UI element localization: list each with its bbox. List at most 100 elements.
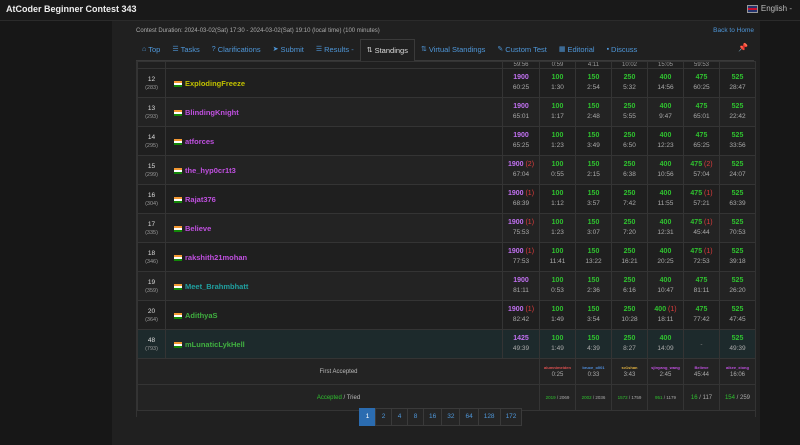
page-16-button[interactable]: 16 — [423, 408, 443, 426]
page-1-button[interactable]: 1 — [359, 408, 376, 426]
task-time: 1:49 — [551, 316, 564, 323]
tab-results[interactable]: ☰ Results - — [310, 39, 360, 60]
first-accepted-cell: bruce_o001 0:33 — [575, 358, 612, 385]
back-to-home-link[interactable]: Back to Home — [713, 27, 754, 34]
username-link[interactable]: ExplodingFreeze — [185, 79, 245, 88]
username-link[interactable]: atforces — [185, 137, 214, 146]
tab-virtual-standings[interactable]: ⇅ Virtual Standings — [415, 39, 491, 60]
username-link[interactable]: Meet_Brahmbhatt — [185, 282, 248, 291]
tab-custom-test[interactable]: ✎ Custom Test — [491, 39, 552, 60]
task-cell: 475 60:25 — [683, 68, 720, 98]
username-link[interactable]: mLunaticLykHell — [185, 340, 245, 349]
penalty-count: (1) — [702, 248, 713, 255]
page-4-button[interactable]: 4 — [391, 408, 408, 426]
username-link[interactable]: the_hyp0cr1t3 — [185, 166, 236, 175]
username-link[interactable]: Believe — [185, 224, 211, 233]
first-accepted-user[interactable]: Believe — [684, 364, 719, 371]
page-172-button[interactable]: 172 — [499, 408, 523, 426]
user-cell — [165, 61, 503, 69]
first-accepted-cell: aikee_xiong 16:06 — [719, 358, 755, 385]
task-cell: 150 3:07 — [575, 213, 612, 243]
tab-tasks[interactable]: ☰ Tasks — [166, 39, 205, 60]
page-64-button[interactable]: 64 — [459, 408, 479, 426]
task-time: 6:50 — [623, 142, 636, 149]
language-selector[interactable]: English - — [746, 4, 792, 13]
tab-submit[interactable]: ➤ Submit — [267, 39, 310, 60]
task-score: 250 — [612, 247, 647, 257]
rank-cell: 13 (293) — [137, 97, 166, 127]
task-score: 400 — [648, 102, 683, 112]
task-score-value: 150 — [587, 74, 600, 81]
accepted-count: 154 — [724, 394, 735, 401]
table-row: 48 (793) mLunaticLykHell 1425 49:39 100 1:49 15… — [137, 329, 755, 359]
accepted-count: 951 — [655, 394, 663, 400]
contest-nav: ⌂ Top ☰ Tasks? Clarifications ➤ Submit ☰ Results… — [136, 38, 754, 62]
total-time: 81:11 — [513, 287, 529, 294]
task-time: 12:31 — [657, 229, 674, 236]
tab-discuss[interactable]: ▪ Discuss — [601, 39, 644, 60]
india-flag-icon — [174, 167, 182, 174]
task-score-value: 100 — [551, 161, 564, 168]
user-cell: mLunaticLykHell — [165, 329, 503, 359]
task-time-cell: 4:11 — [575, 61, 612, 69]
task-score: 150 — [576, 218, 611, 228]
task-cell: 150 2:54 — [575, 68, 612, 98]
pin-icon[interactable]: 📌 — [738, 43, 748, 52]
task-time: 1:17 — [551, 113, 564, 120]
accepted-tried-cell: 16 / 117 — [683, 384, 720, 411]
first-accepted-user[interactable]: bruce_o001 — [576, 364, 611, 371]
rank: 12 — [147, 75, 156, 83]
first-accepted-user[interactable]: sv1shan — [612, 364, 647, 371]
task-time: 60:25 — [693, 84, 710, 91]
right-margin — [760, 21, 800, 445]
task-score: 475 (1) — [684, 247, 719, 257]
site-title[interactable]: AtCoder Beginner Contest 343 — [6, 4, 137, 14]
task-cell: 100 1:49 — [539, 329, 576, 359]
page-32-button[interactable]: 32 — [441, 408, 461, 426]
tab-clarifications[interactable]: ? Clarifications — [206, 39, 267, 60]
task-cell: 250 6:16 — [611, 271, 648, 301]
first-accepted-user[interactable]: alumnimeiden — [540, 364, 575, 371]
standings-table-container[interactable]: 59:560:594:1110:0215:0559:5384:5612(283)… — [136, 61, 756, 417]
total-time: 82:42 — [512, 316, 530, 323]
task-score-value: 475 — [690, 161, 703, 168]
first-accepted-user[interactable]: sjinyang_wang — [648, 364, 683, 371]
username-link[interactable]: Rajat376 — [185, 195, 216, 204]
score-value: 1900 — [513, 132, 529, 139]
task-score-value: 525 — [731, 306, 744, 313]
task-cell: 525 63:39 — [719, 184, 755, 214]
task-time-cell — [719, 61, 755, 69]
page-2-button[interactable]: 2 — [375, 408, 392, 426]
task-score: 475 (2) — [684, 160, 719, 170]
task-score: 400 — [648, 218, 683, 228]
user-cell: BlindingKnight — [165, 97, 503, 127]
page-128-button[interactable]: 128 — [477, 408, 501, 426]
task-time: 18:11 — [657, 316, 674, 323]
user-cell: rakshith21mohan — [165, 242, 503, 272]
first-accepted-user[interactable]: aikee_xiong — [720, 364, 755, 371]
username-link[interactable]: AdithyaS — [185, 311, 218, 320]
tab-top[interactable]: ⌂ Top — [136, 39, 166, 60]
penalty-count: (1) — [666, 306, 677, 313]
task-cell: 475 (1) 45:44 — [683, 213, 720, 243]
score-cell: 1425 49:39 — [502, 329, 540, 359]
username-link[interactable]: rakshith21mohan — [185, 253, 247, 262]
task-cell: 400 10:56 — [647, 155, 684, 185]
task-score: 100 — [540, 189, 575, 199]
username-link[interactable]: BlindingKnight — [185, 108, 239, 117]
task-time: 4:39 — [587, 345, 600, 352]
task-time: 6:16 — [623, 287, 636, 294]
tab-editorial[interactable]: ▦ Editorial — [553, 39, 601, 60]
uk-flag-icon — [746, 4, 758, 13]
page-8-button[interactable]: 8 — [407, 408, 424, 426]
task-score: 150 — [576, 131, 611, 141]
task-score: 150 — [576, 334, 611, 344]
task-cell: 100 0:55 — [539, 155, 576, 185]
rank-cell: 17 (335) — [137, 213, 166, 243]
task-time: 16:21 — [621, 258, 638, 265]
task-cell: 150 4:39 — [575, 329, 612, 359]
task-cell: 525 24:07 — [719, 155, 755, 185]
tab-standings[interactable]: ⇅ Standings — [359, 38, 415, 62]
tab-label: Discuss — [611, 45, 638, 54]
task-cell: 400 14:56 — [647, 68, 684, 98]
